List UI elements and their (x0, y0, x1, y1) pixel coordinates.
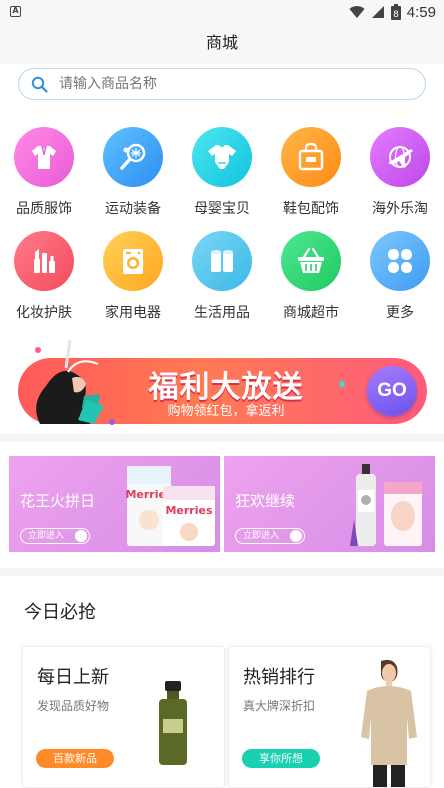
promo-card-kao[interactable]: 花王火拼日 立即进入 Merries Merries (9, 456, 220, 552)
category-grid: 品质服饰 运动装备 母婴宝贝 鞋包配饰 海外乐淘 化妆护肤 家用电器 生活用品 … (0, 110, 444, 332)
status-bar: A 8 4:59 (0, 0, 444, 24)
section-title: 今日必抢 (24, 602, 96, 623)
app-notification-icon: A (10, 6, 21, 17)
arrow-right-icon (290, 530, 302, 542)
category-label: 生活用品 (194, 305, 250, 321)
category-label: 更多 (386, 305, 414, 321)
card-title: 每日上新 (37, 667, 109, 688)
hot-ranking-card[interactable]: 热销排行 真大牌深折扣 享你所想 (228, 646, 431, 788)
category-sports[interactable]: 运动装备 (93, 127, 173, 218)
wifi-icon (349, 6, 365, 19)
battery-badge: 8 (393, 10, 399, 20)
sparkle-icon (339, 381, 345, 387)
card-subtitle: 发现品质好物 (37, 699, 110, 713)
promo-button-label: 立即进入 (28, 531, 65, 541)
banner-subtitle: 购物领红包，拿返利 (167, 404, 285, 419)
shirt-icon (14, 127, 74, 187)
category-overseas[interactable]: 海外乐淘 (360, 127, 440, 218)
category-apparel[interactable]: 品质服饰 (4, 127, 84, 218)
card-tag-button[interactable]: 百款新品 (36, 749, 114, 768)
clock: 4:59 (406, 3, 436, 21)
category-supermarket[interactable]: 商城超市 (271, 231, 351, 322)
card-tag-button[interactable]: 享你所想 (242, 749, 320, 768)
bottle-image (159, 681, 187, 765)
category-daily[interactable]: 生活用品 (182, 231, 262, 322)
search-box[interactable] (18, 68, 426, 100)
signal-icon (371, 6, 384, 18)
diaper-pack-image: Merries Merries (125, 466, 215, 546)
card-subtitle: 真大牌深折扣 (243, 699, 316, 713)
category-label: 运动装备 (105, 201, 161, 217)
globe-plane-icon (370, 127, 430, 187)
banner-section: 福利大放送 购物领红包，拿返利 GO (0, 332, 444, 434)
daily-new-card[interactable]: 每日上新 发现品质好物 百款新品 (22, 646, 225, 788)
page-title: 商城 (205, 33, 238, 52)
welfare-banner[interactable]: 福利大放送 购物领红包，拿返利 GO (18, 339, 427, 425)
category-cosmetics[interactable]: 化妆护肤 (4, 231, 84, 322)
promo-section: 花王火拼日 立即进入 Merries Merries 狂欢继续 立即进入 (0, 442, 444, 568)
tissue-roll-icon (192, 231, 252, 291)
promo-title: 狂欢继续 (235, 492, 296, 510)
promo-button-label: 立即进入 (243, 531, 280, 541)
promo-title: 花王火拼日 (20, 492, 96, 510)
today-section: 今日必抢 每日上新 发现品质好物 百款新品 热销排行 真大牌深折扣 享你所想 (0, 576, 444, 788)
category-label: 母婴宝贝 (194, 201, 250, 217)
woman-illustration (35, 339, 115, 425)
battery-icon: 8 (390, 4, 401, 20)
racket-icon (103, 127, 163, 187)
promo-enter-button[interactable]: 立即进入 (235, 528, 305, 544)
skincare-products-image (350, 464, 422, 546)
category-label: 品质服饰 (16, 201, 72, 217)
category-label: 化妆护肤 (16, 305, 72, 321)
search-icon (31, 76, 48, 93)
handbag-icon (281, 127, 341, 187)
go-button[interactable]: GO (367, 366, 417, 416)
category-label: 海外乐淘 (372, 201, 428, 217)
cosmetics-icon (14, 231, 74, 291)
top-bar: 商城 (0, 24, 444, 64)
promo-card-carnival[interactable]: 狂欢继续 立即进入 (224, 456, 435, 552)
card-title: 热销排行 (243, 667, 315, 688)
category-label: 商城超市 (283, 305, 339, 321)
category-baby[interactable]: 母婴宝贝 (182, 127, 262, 218)
category-appliances[interactable]: 家用电器 (93, 231, 173, 322)
status-icons: 8 4:59 (349, 2, 436, 22)
category-more[interactable]: 更多 (360, 231, 440, 322)
basket-icon (281, 231, 341, 291)
category-label: 家用电器 (105, 305, 161, 321)
category-bags[interactable]: 鞋包配饰 (271, 127, 351, 218)
arrow-right-icon (75, 530, 87, 542)
model-hoodie-image (361, 659, 417, 787)
promo-enter-button[interactable]: 立即进入 (20, 528, 90, 544)
grid-more-icon (370, 231, 430, 291)
search-section (0, 64, 444, 110)
baby-clothes-icon (192, 127, 252, 187)
svg-text:Merries: Merries (165, 504, 212, 517)
washing-machine-icon (103, 231, 163, 291)
category-label: 鞋包配饰 (283, 201, 339, 217)
search-input[interactable] (59, 69, 409, 99)
